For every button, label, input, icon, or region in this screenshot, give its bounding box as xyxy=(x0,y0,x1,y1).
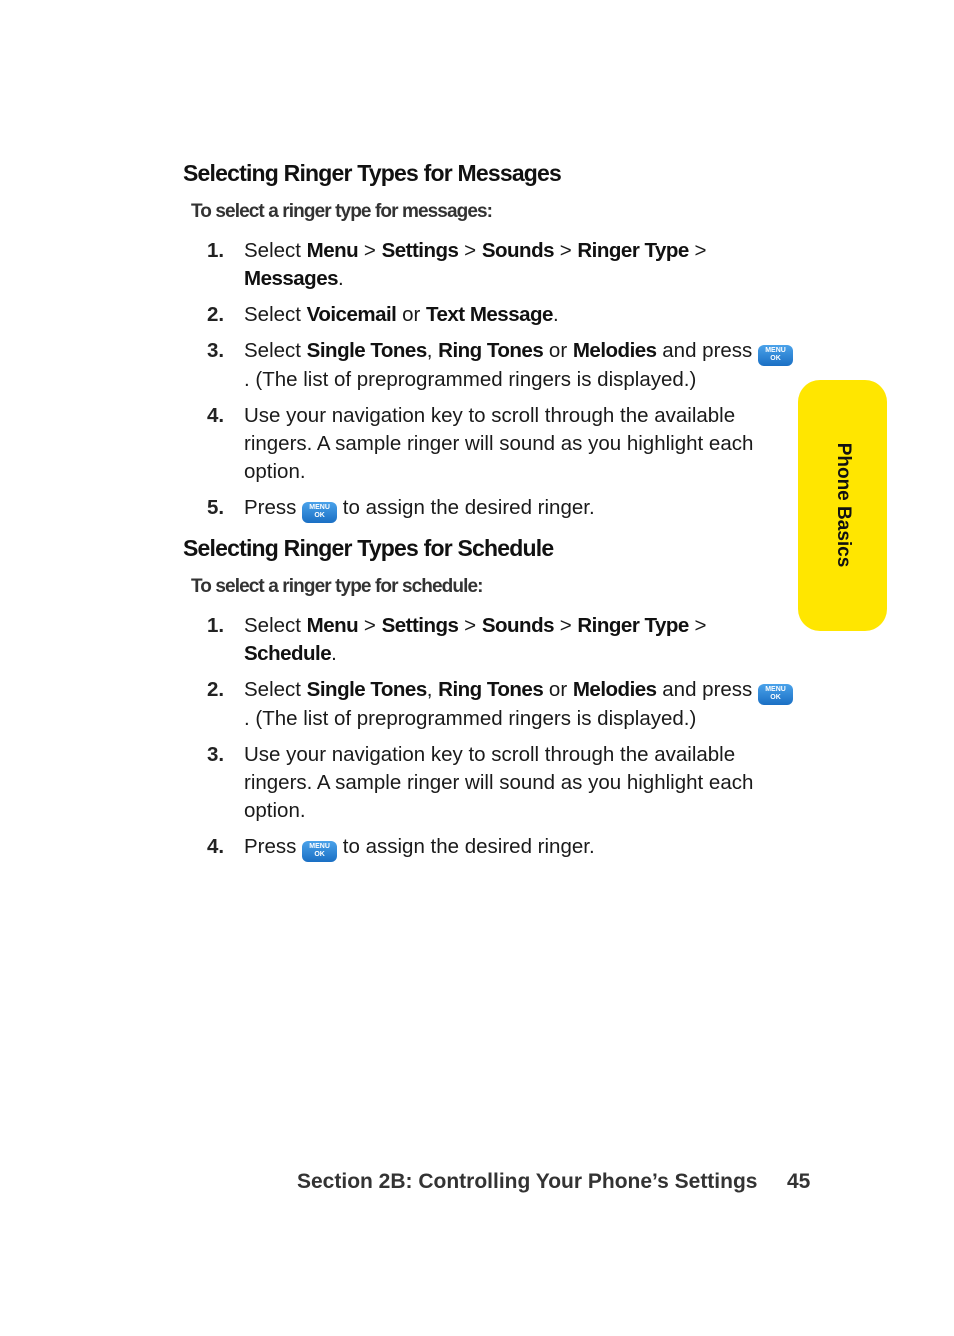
step-text: , xyxy=(426,339,439,362)
steps-list-messages: 1. Select Menu > Settings > Sounds > Ring… xyxy=(207,237,797,531)
menu-term: Melodies xyxy=(572,678,657,701)
section-heading-messages: Selecting Ringer Types for Messages xyxy=(183,160,562,186)
step-text: Press xyxy=(244,835,303,858)
step-text: > xyxy=(554,239,578,262)
step-number: 1. xyxy=(207,239,225,262)
step-text: , xyxy=(426,678,439,701)
menu-term: Messages xyxy=(244,267,339,290)
menu-term: Sounds xyxy=(481,614,555,637)
step-text: to assign the desired ringer. xyxy=(337,835,595,858)
step-item: 1. Select Menu > Settings > Sounds > Ring… xyxy=(207,237,797,293)
lead-text-messages: To select a ringer type for messages: xyxy=(191,201,493,222)
step-text: and press xyxy=(656,339,758,362)
step-text: to assign the desired ringer. xyxy=(337,496,595,519)
step-text: > xyxy=(358,614,382,637)
step-item: 4. Use your navigation key to scroll thro… xyxy=(207,402,797,486)
menu-term: Single Tones xyxy=(306,339,428,362)
step-text: Select xyxy=(244,678,307,701)
step-number: 2. xyxy=(207,678,225,701)
menu-term: Single Tones xyxy=(306,678,428,701)
menu-term: Menu xyxy=(306,239,359,262)
section-heading-schedule: Selecting Ringer Types for Schedule xyxy=(183,535,554,561)
step-text: > xyxy=(458,614,482,637)
step-text: or xyxy=(543,339,573,362)
step-text: and press xyxy=(656,678,758,701)
menu-ok-key-icon: MENU OK xyxy=(758,684,793,705)
menu-ok-key-icon: MENU OK xyxy=(758,345,793,366)
step-number: 5. xyxy=(207,496,225,519)
step-item: 2. Select Voicemail or Text Message. xyxy=(207,301,797,329)
menu-term: Settings xyxy=(381,239,459,262)
step-text: Select xyxy=(244,339,307,362)
step-text: . (The list of preprogrammed ringers is … xyxy=(244,707,697,730)
step-text: Select xyxy=(244,614,307,637)
step-item: 1. Select Menu > Settings > Sounds > Ring… xyxy=(207,612,797,668)
step-item: 2. Select Single Tones, Ring Tones or Mel… xyxy=(207,676,797,733)
menu-term: Sounds xyxy=(481,239,555,262)
step-text: or xyxy=(543,678,573,701)
step-text: . (The list of preprogrammed ringers is … xyxy=(244,368,697,391)
step-text: > xyxy=(554,614,578,637)
footer-section-title: Section 2B: Controlling Your Phone’s Set… xyxy=(297,1170,758,1193)
menu-term: Ring Tones xyxy=(438,339,544,362)
step-number: 3. xyxy=(207,339,225,362)
step-text: . xyxy=(331,642,337,665)
step-item: 4. Press MENU OK to assign the desired rin… xyxy=(207,833,797,862)
menu-term: Text Message xyxy=(426,303,553,326)
step-text: Use your navigation key to scroll throug… xyxy=(244,743,754,822)
step-item: 5. Press MENU OK to assign the desired rin… xyxy=(207,494,797,523)
step-text: > xyxy=(358,239,382,262)
menu-term: Ringer Type xyxy=(577,614,689,637)
step-item: 3. Select Single Tones, Ring Tones or Mel… xyxy=(207,337,797,394)
steps-list-schedule: 1. Select Menu > Settings > Sounds > Ring… xyxy=(207,612,797,870)
lead-text-schedule: To select a ringer type for schedule: xyxy=(191,576,483,597)
step-item: 3. Use your navigation key to scroll thro… xyxy=(207,741,797,825)
step-number: 4. xyxy=(207,835,225,858)
step-text: or xyxy=(396,303,426,326)
step-number: 2. xyxy=(207,303,225,326)
side-tab-label: Phone Basics xyxy=(833,442,854,568)
menu-term: Ringer Type xyxy=(577,239,689,262)
step-number: 1. xyxy=(207,614,225,637)
menu-ok-key-icon: MENU OK xyxy=(302,841,338,862)
menu-term: Melodies xyxy=(572,339,657,362)
menu-ok-key-icon: MENU OK xyxy=(302,502,338,523)
menu-term: Settings xyxy=(381,614,459,637)
step-text: > xyxy=(688,614,707,637)
menu-term: Voicemail xyxy=(306,303,397,326)
step-number: 3. xyxy=(207,743,225,766)
step-text: Use your navigation key to scroll throug… xyxy=(244,404,754,483)
step-text: Select xyxy=(244,303,307,326)
page-number: 45 xyxy=(787,1170,811,1193)
step-text: > xyxy=(458,239,482,262)
step-text: . xyxy=(338,267,344,290)
step-text: . xyxy=(552,303,559,326)
menu-term: Schedule xyxy=(244,642,332,665)
step-number: 4. xyxy=(207,404,225,427)
menu-term: Ring Tones xyxy=(438,678,544,701)
step-text: Press xyxy=(244,496,303,519)
menu-term: Menu xyxy=(306,614,359,637)
step-text: > xyxy=(688,239,707,262)
step-text: Select xyxy=(244,239,307,262)
